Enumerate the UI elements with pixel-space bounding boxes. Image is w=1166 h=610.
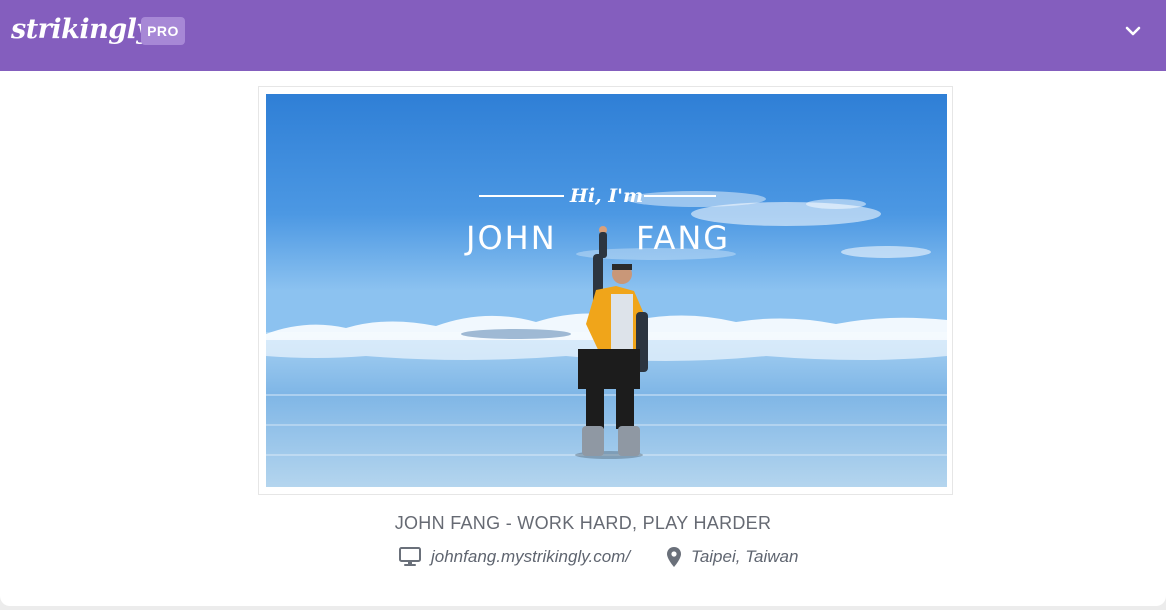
hero-greeting: Hi, I'm: [569, 185, 644, 207]
site-location: Taipei, Taiwan: [691, 547, 799, 566]
site-meta-row: johnfang.mystrikingly.com/ Taipei, Taiwa…: [0, 545, 1166, 569]
map-pin-icon: [666, 546, 682, 573]
site-title[interactable]: JOHN FANG - WORK HARD, PLAY HARDER: [0, 512, 1166, 534]
pro-badge: PRO: [141, 17, 185, 45]
top-bar: strikingly PRO: [0, 0, 1166, 71]
strikingly-logo: strikingly: [11, 14, 152, 45]
hero-first-name: JOHN: [466, 219, 557, 257]
site-card: strikingly PRO Hi, I'm JOHN FANG JOHN FA…: [0, 0, 1166, 606]
expand-toggle-button[interactable]: [1120, 18, 1146, 44]
site-url-link[interactable]: johnfang.mystrikingly.com/: [431, 545, 630, 569]
chevron-down-icon: [1125, 26, 1141, 36]
site-cover-photo: Hi, I'm JOHN FANG: [266, 94, 947, 487]
site-preview-frame[interactable]: Hi, I'm JOHN FANG: [258, 86, 953, 495]
salt-flat-photo: [266, 94, 947, 487]
monitor-icon: [399, 547, 421, 572]
hero-last-name: FANG: [636, 219, 731, 257]
